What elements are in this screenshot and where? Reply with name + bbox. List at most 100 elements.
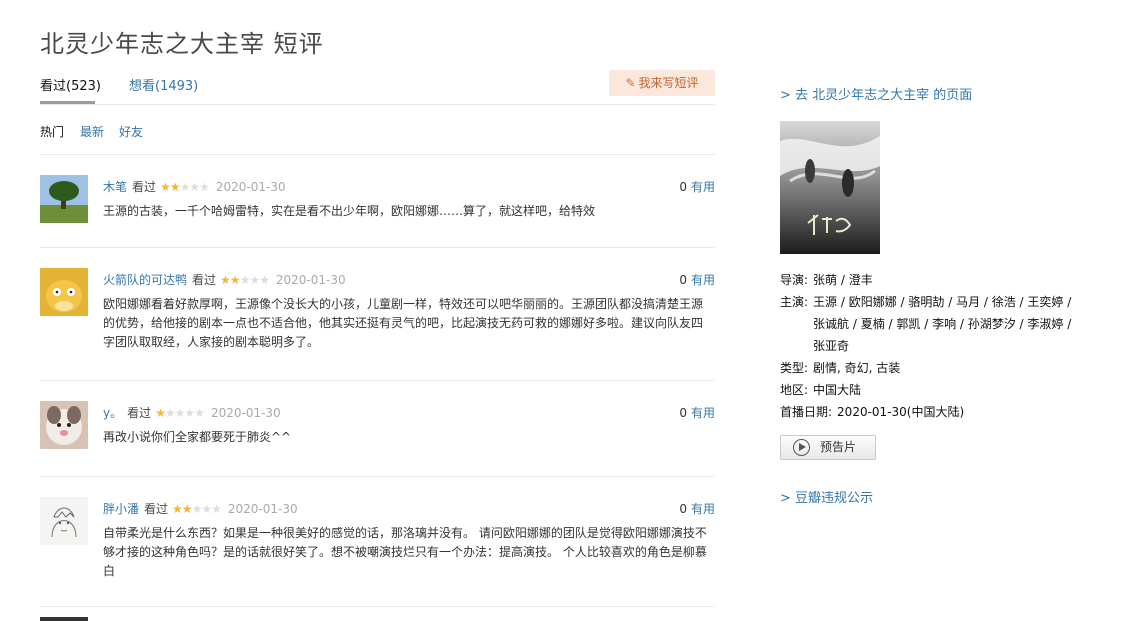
comment-username[interactable]: 火箭队的可达鸭 — [103, 273, 187, 287]
genre-label: 类型: — [780, 361, 809, 375]
sort-bar: 热门 最新 好友 — [40, 105, 715, 155]
sort-hot[interactable]: 热门 — [40, 123, 64, 140]
useful-vote[interactable]: 0 有用 — [679, 271, 715, 288]
comment-status: 看过 — [132, 180, 157, 194]
avatar[interactable] — [40, 175, 88, 223]
star-empty-icon: ★ — [174, 406, 186, 420]
comment-header: 火箭队的可达鸭 看过 ★★★★★ 2020-01-30 — [103, 271, 346, 288]
premiere-value: 2020-01-30(中国大陆) — [837, 405, 965, 419]
comment-status: 看过 — [192, 273, 217, 287]
avatar[interactable] — [40, 497, 88, 545]
rating-stars: ★★★★★ — [172, 502, 222, 516]
info-premiere: 首播日期: 2020-01-30(中国大陆) — [780, 401, 1100, 423]
star-filled-icon: ★ — [181, 502, 193, 516]
comment-header: 胖小潘 看过 ★★★★★ 2020-01-30 — [103, 500, 298, 517]
trailer-button[interactable]: 预告片 — [780, 435, 876, 460]
star-empty-icon: ★ — [179, 180, 191, 194]
page: 北灵少年志之大主宰 短评 看过(523) 想看(1493) ✎ 我来写短评 热门 … — [0, 0, 1138, 621]
info-genre: 类型: 剧情, 奇幻, 古装 — [780, 357, 1100, 379]
violation-notice-link[interactable]: > 豆瓣违规公示 — [780, 487, 873, 506]
info-director: 导演: 张萌 / 澄丰 — [780, 269, 1100, 291]
comment-date: 2020-01-30 — [227, 502, 298, 516]
star-filled-icon: ★ — [160, 180, 171, 194]
director-label: 导演: — [780, 273, 809, 287]
write-review-label: 我来写短评 — [638, 76, 699, 90]
info-cast: 主演: 王源 / 欧阳娜娜 / 骆明劼 / 马月 / 徐浩 / 王奕婷 / 张诚航… — [780, 291, 1100, 357]
rating-stars: ★★★★★ — [160, 180, 210, 194]
write-review-button[interactable]: ✎ 我来写短评 — [609, 70, 715, 96]
tab-want[interactable]: 想看(1493) — [129, 75, 198, 94]
star-filled-icon: ★ — [229, 273, 241, 287]
rating-stars: ★★★★★ — [155, 406, 205, 420]
vote-label: 有用 — [690, 502, 715, 516]
useful-vote[interactable]: 0 有用 — [679, 404, 715, 421]
comment-item: y。 看过 ★★★★★ 2020-01-30 0 有用 再改小说你们全家都要死于肺炎^^ — [40, 381, 715, 477]
star-empty-icon: ★ — [199, 180, 210, 194]
tab-watched[interactable]: 看过(523) — [40, 75, 101, 94]
comment-header: 木笔 看过 ★★★★★ 2020-01-30 — [103, 178, 286, 195]
vote-label: 有用 — [690, 406, 715, 420]
star-empty-icon: ★ — [259, 273, 270, 287]
star-filled-icon: ★ — [220, 273, 231, 287]
star-empty-icon: ★ — [184, 406, 195, 420]
poster-image[interactable] — [780, 121, 880, 254]
comment-username[interactable]: 胖小潘 — [103, 502, 139, 516]
trailer-label: 预告片 — [820, 440, 857, 454]
info-region: 地区: 中国大陆 — [780, 379, 1100, 401]
comment-date: 2020-01-30 — [215, 180, 286, 194]
cast-label: 主演: — [780, 295, 809, 309]
subject-info: 导演: 张萌 / 澄丰 主演: 王源 / 欧阳娜娜 / 骆明劼 / 马月 / 徐浩 … — [780, 269, 1100, 423]
vote-label: 有用 — [690, 273, 715, 287]
cast-value[interactable]: 王源 / 欧阳娜娜 / 骆明劼 / 马月 / 徐浩 / 王奕婷 / 张诚航 / … — [813, 291, 1083, 357]
comment-text: 欧阳娜娜看着好款厚啊，王源像个没长大的小孩，儿童剧一样，特效还可以吧华丽丽的。王… — [103, 297, 704, 349]
star-filled-icon: ★ — [172, 502, 183, 516]
comment-text: 再改小说你们全家都要死于肺炎^^ — [103, 430, 292, 444]
star-empty-icon: ★ — [189, 180, 200, 194]
page-title: 北灵少年志之大主宰 短评 — [40, 30, 324, 58]
tab-bar: 看过(523) 想看(1493) ✎ 我来写短评 — [40, 68, 715, 105]
comment-item: 胖小潘 看过 ★★★★★ 2020-01-30 0 有用 自带柔光是什么东西？如果是一种… — [40, 477, 715, 607]
comment-status: 看过 — [144, 502, 169, 516]
pencil-icon: ✎ — [625, 76, 636, 90]
comment-date: 2020-01-30 — [210, 406, 281, 420]
play-icon — [793, 439, 810, 456]
useful-vote[interactable]: 0 有用 — [679, 178, 715, 195]
comment-username[interactable]: 木笔 — [103, 180, 127, 194]
comment-date: 2020-01-30 — [275, 273, 346, 287]
avatar[interactable] — [40, 401, 88, 449]
genre-value: 剧情, 奇幻, 古装 — [813, 361, 901, 375]
star-empty-icon: ★ — [164, 406, 176, 420]
useful-vote[interactable]: 0 有用 — [679, 500, 715, 517]
star-empty-icon: ★ — [239, 273, 251, 287]
comment-text: 自带柔光是什么东西？如果是一种很美好的感觉的话，那洛璃并没有。 请问欧阳娜娜的团… — [103, 526, 707, 578]
star-empty-icon: ★ — [194, 406, 205, 420]
star-empty-icon: ★ — [191, 502, 203, 516]
vote-count: 0 — [679, 502, 687, 516]
comment-text: 王源的古装，一千个哈姆雷特，实在是看不出少年啊，欧阳娜娜……算了，就这样吧，给特… — [103, 204, 596, 218]
comment-status: 看过 — [127, 406, 152, 420]
comment-item: 木笔 看过 ★★★★★ 2020-01-30 0 有用 王源的古装，一千个哈姆雷特，实在… — [40, 155, 715, 248]
active-tab-indicator — [40, 101, 95, 104]
comment-item: 火箭队的可达鸭 看过 ★★★★★ 2020-01-30 0 有用 欧阳娜娜看着好款厚啊，… — [40, 248, 715, 381]
sort-friends[interactable]: 好友 — [119, 123, 143, 140]
star-filled-icon: ★ — [169, 180, 181, 194]
goto-subject-link[interactable]: > 去 北灵少年志之大主宰 的页面 — [780, 84, 972, 103]
rating-stars: ★★★★★ — [220, 273, 270, 287]
star-empty-icon: ★ — [211, 502, 222, 516]
premiere-label: 首播日期: — [780, 405, 833, 419]
sort-latest[interactable]: 最新 — [80, 123, 104, 140]
avatar[interactable] — [40, 268, 88, 316]
vote-label: 有用 — [690, 180, 715, 194]
vote-count: 0 — [679, 406, 687, 420]
vote-count: 0 — [679, 180, 687, 194]
vote-count: 0 — [679, 273, 687, 287]
star-empty-icon: ★ — [249, 273, 260, 287]
comment-username[interactable]: y。 — [103, 406, 122, 420]
director-value[interactable]: 张萌 / 澄丰 — [813, 269, 873, 291]
star-filled-icon: ★ — [155, 406, 166, 420]
star-empty-icon: ★ — [201, 502, 212, 516]
comment-header: y。 看过 ★★★★★ 2020-01-30 — [103, 404, 281, 421]
next-comment-avatar-partial — [40, 617, 88, 621]
main-content: 看过(523) 想看(1493) ✎ 我来写短评 热门 最新 好友 木笔 看过 ★★★… — [40, 68, 715, 607]
region-value: 中国大陆 — [813, 383, 862, 397]
